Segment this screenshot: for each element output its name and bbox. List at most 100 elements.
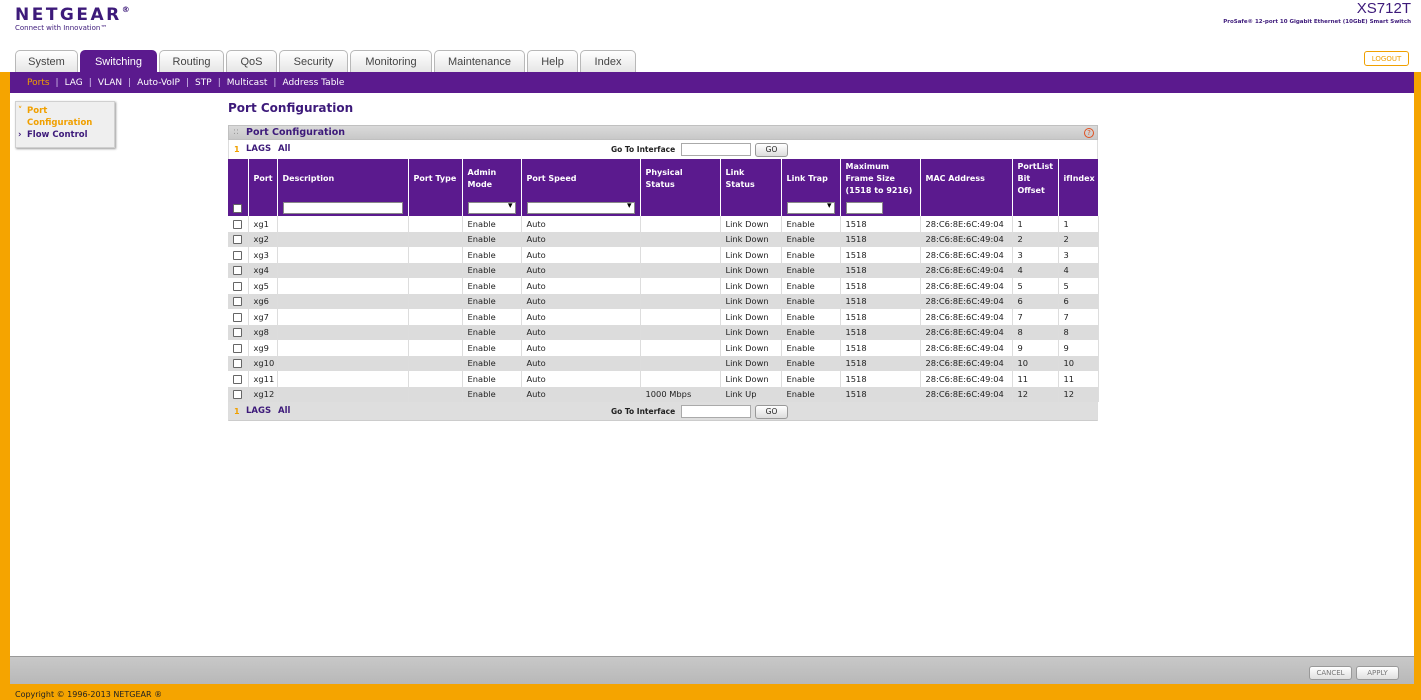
model-name: XS712T	[1356, 0, 1411, 17]
cell-link-trap: Enable	[781, 340, 841, 356]
header-admin-mode[interactable]: Admin Mode	[462, 159, 522, 199]
subnav-address-table[interactable]: Address Table	[282, 78, 344, 88]
port-table: Port Description Port Type Admin Mode Po…	[228, 159, 1099, 402]
logout-button[interactable]: LOGOUT	[1364, 51, 1409, 66]
tab-index[interactable]: Index	[580, 50, 636, 72]
cell-max-frame: 1518	[840, 262, 921, 278]
cell-port-type	[408, 309, 463, 325]
row-checkbox[interactable]	[233, 297, 242, 307]
table-row[interactable]: xg5 Enable Auto Link Down Enable 1518 28:C6:8E…	[228, 278, 1099, 294]
cell-link-status: Link Down	[720, 278, 782, 294]
cell-port: xg11	[248, 371, 278, 387]
cell-portlist: 1	[1012, 216, 1059, 232]
cell-link-trap: Enable	[781, 386, 841, 402]
copyright: Copyright © 1996-2013 NETGEAR ®	[15, 690, 163, 699]
row-checkbox[interactable]	[233, 328, 242, 338]
help-icon[interactable]: ?	[1084, 128, 1094, 138]
subnav-multicast[interactable]: Multicast	[227, 78, 268, 88]
table-row[interactable]: xg3 Enable Auto Link Down Enable 1518 28:C6:8E…	[228, 247, 1099, 263]
lags-link[interactable]: LAGS	[246, 144, 271, 154]
row-checkbox[interactable]	[233, 343, 242, 353]
subnav-ports[interactable]: Ports	[27, 78, 50, 88]
table-row[interactable]: xg8 Enable Auto Link Down Enable 1518 28:C6:8E…	[228, 324, 1099, 340]
select-all-checkbox[interactable]	[233, 203, 242, 213]
cell-description	[277, 371, 409, 387]
table-row[interactable]: xg4 Enable Auto Link Down Enable 1518 28:C6:8E…	[228, 262, 1099, 278]
cell-port-speed: Auto	[521, 293, 641, 309]
goto-interface-input[interactable]	[681, 143, 751, 156]
header-max-frame[interactable]: Maximum Frame Size (1518 to 9216)	[840, 159, 921, 199]
cell-mac: 28:C6:8E:6C:49:04	[920, 386, 1013, 402]
header-port-type[interactable]: Port Type	[408, 159, 463, 199]
tab-security[interactable]: Security	[279, 50, 348, 72]
table-row[interactable]: xg1 Enable Auto Link Down Enable 1518 28:C6:8E…	[228, 216, 1099, 232]
table-row[interactable]: xg9 Enable Auto Link Down Enable 1518 28:C6:8E…	[228, 340, 1099, 356]
port-speed-select[interactable]	[526, 201, 635, 214]
cancel-button[interactable]: CANCEL	[1309, 666, 1352, 680]
row-checkbox[interactable]	[233, 374, 242, 384]
cell-ifindex: 8	[1058, 324, 1099, 340]
subnav-stp[interactable]: STP	[195, 78, 212, 88]
cell-port-type	[408, 216, 463, 232]
header-port-speed[interactable]: Port Speed	[521, 159, 641, 199]
cell-link-trap: Enable	[781, 309, 841, 325]
cell-portlist: 11	[1012, 371, 1059, 387]
table-row[interactable]: xg2 Enable Auto Link Down Enable 1518 28:C6:8E…	[228, 231, 1099, 247]
unit-1-link[interactable]: 1	[234, 407, 240, 416]
cell-max-frame: 1518	[840, 309, 921, 325]
cell-port: xg5	[248, 278, 278, 294]
header-mac-address[interactable]: MAC Address	[920, 159, 1013, 199]
all-link[interactable]: All	[278, 406, 290, 416]
table-row[interactable]: xg11 Enable Auto Link Down Enable 1518 28:C6:8…	[228, 371, 1099, 387]
row-checkbox[interactable]	[233, 235, 242, 245]
all-link[interactable]: All	[278, 144, 290, 154]
cell-link-trap: Enable	[781, 247, 841, 263]
cell-mac: 28:C6:8E:6C:49:04	[920, 247, 1013, 263]
tab-monitoring[interactable]: Monitoring	[350, 50, 432, 72]
subnav-vlan[interactable]: VLAN	[98, 78, 122, 88]
row-checkbox[interactable]	[233, 219, 242, 229]
row-checkbox[interactable]	[233, 312, 242, 322]
description-input[interactable]	[282, 201, 403, 214]
tab-switching[interactable]: Switching	[80, 50, 157, 72]
header-physical-status[interactable]: Physical Status	[640, 159, 721, 199]
apply-button[interactable]: APPLY	[1356, 666, 1399, 680]
admin-mode-select[interactable]	[467, 201, 516, 214]
header-port[interactable]: Port	[248, 159, 278, 199]
goto-interface-input[interactable]	[681, 405, 751, 418]
header-portlist-offset[interactable]: PortList Bit Offset	[1012, 159, 1059, 199]
cell-port: xg8	[248, 324, 278, 340]
tab-qos[interactable]: QoS	[226, 50, 277, 72]
table-row[interactable]: xg6 Enable Auto Link Down Enable 1518 28:C6:8E…	[228, 293, 1099, 309]
link-trap-select[interactable]	[786, 201, 835, 214]
header-link-status[interactable]: Link Status	[720, 159, 782, 199]
tab-routing[interactable]: Routing	[159, 50, 224, 72]
subnav-lag[interactable]: LAG	[65, 78, 83, 88]
go-button[interactable]: GO	[755, 405, 788, 419]
row-checkbox[interactable]	[233, 359, 242, 369]
row-checkbox[interactable]	[233, 266, 242, 276]
table-row[interactable]: xg10 Enable Auto Link Down Enable 1518 28:C6:8…	[228, 355, 1099, 371]
row-checkbox[interactable]	[233, 390, 242, 400]
header-link-trap[interactable]: Link Trap	[781, 159, 841, 199]
go-button[interactable]: GO	[755, 143, 788, 157]
subnav-auto-voip[interactable]: Auto-VoIP	[137, 78, 180, 88]
table-row[interactable]: xg7 Enable Auto Link Down Enable 1518 28:C6:8E…	[228, 309, 1099, 325]
row-checkbox[interactable]	[233, 250, 242, 260]
leftmenu-port-configuration[interactable]: ˅ Port Configuration	[18, 105, 114, 129]
table-row[interactable]: xg12 Enable Auto 1000 Mbps Link Up Enable 1518…	[228, 386, 1099, 402]
tab-help[interactable]: Help	[527, 50, 578, 72]
header-description[interactable]: Description	[277, 159, 409, 199]
lags-link[interactable]: LAGS	[246, 406, 271, 416]
tab-system[interactable]: System	[15, 50, 78, 72]
header-ifindex[interactable]: ifIndex	[1058, 159, 1099, 199]
cell-port-type	[408, 340, 463, 356]
cell-description	[277, 278, 409, 294]
tab-maintenance[interactable]: Maintenance	[434, 50, 525, 72]
unit-1-link[interactable]: 1	[234, 145, 240, 154]
leftmenu-flow-control[interactable]: › Flow Control	[18, 129, 114, 141]
row-checkbox[interactable]	[233, 281, 242, 291]
max-frame-input[interactable]	[845, 201, 883, 214]
cell-description	[277, 309, 409, 325]
chevron-down-icon: ˅	[18, 106, 23, 116]
